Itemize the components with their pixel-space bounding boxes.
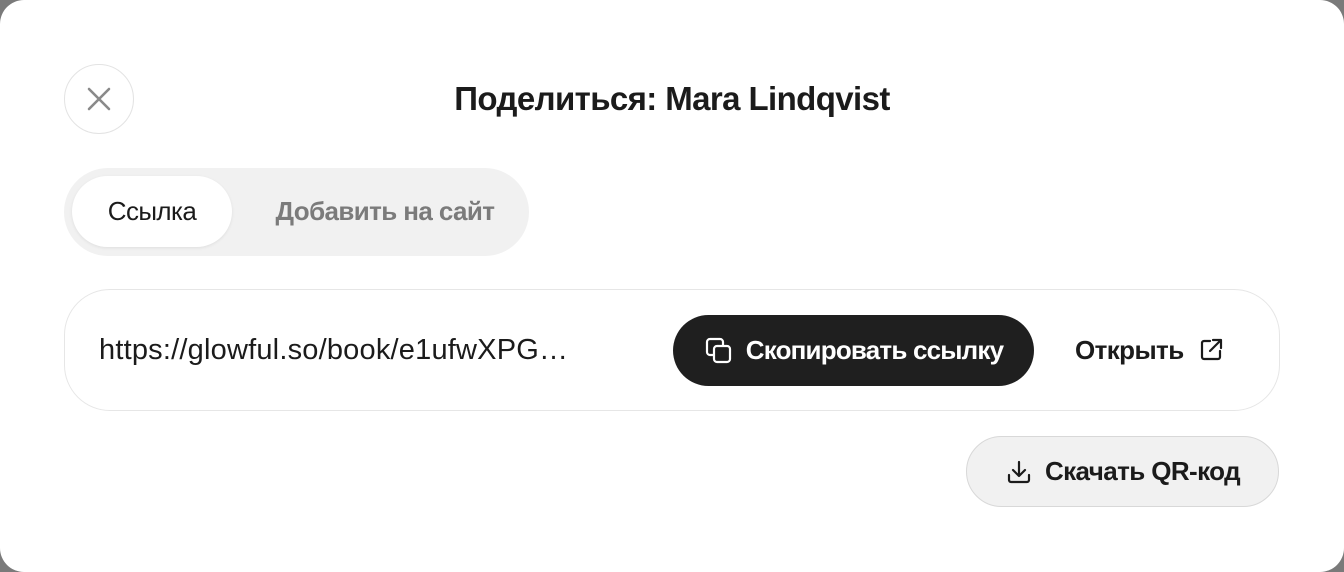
share-url[interactable]: https://glowful.so/book/e1ufwXPG… bbox=[99, 330, 639, 370]
tab-switcher: Ссылка Добавить на сайт bbox=[64, 168, 529, 256]
external-link-icon bbox=[1198, 337, 1224, 363]
open-link-label: Открыть bbox=[1075, 334, 1184, 365]
copy-link-label: Скопировать ссылку bbox=[745, 335, 1004, 365]
download-qr-label: Скачать QR-код bbox=[1044, 456, 1241, 486]
copy-icon bbox=[704, 336, 734, 366]
share-dialog: Поделиться: Mara Lindqvist Ссылка Добави… bbox=[0, 0, 1344, 572]
copy-link-button[interactable]: Скопировать ссылку bbox=[673, 315, 1034, 386]
tab-link[interactable]: Ссылка bbox=[72, 176, 232, 247]
dialog-title: Поделиться: Mara Lindqvist bbox=[454, 80, 890, 117]
share-link-box: https://glowful.so/book/e1ufwXPG… Скопир… bbox=[64, 289, 1280, 411]
download-icon bbox=[1005, 458, 1033, 486]
open-link-button[interactable]: Открыть bbox=[1075, 328, 1224, 372]
tab-embed[interactable]: Добавить на сайт bbox=[260, 176, 510, 247]
download-qr-button[interactable]: Скачать QR-код bbox=[966, 436, 1279, 507]
